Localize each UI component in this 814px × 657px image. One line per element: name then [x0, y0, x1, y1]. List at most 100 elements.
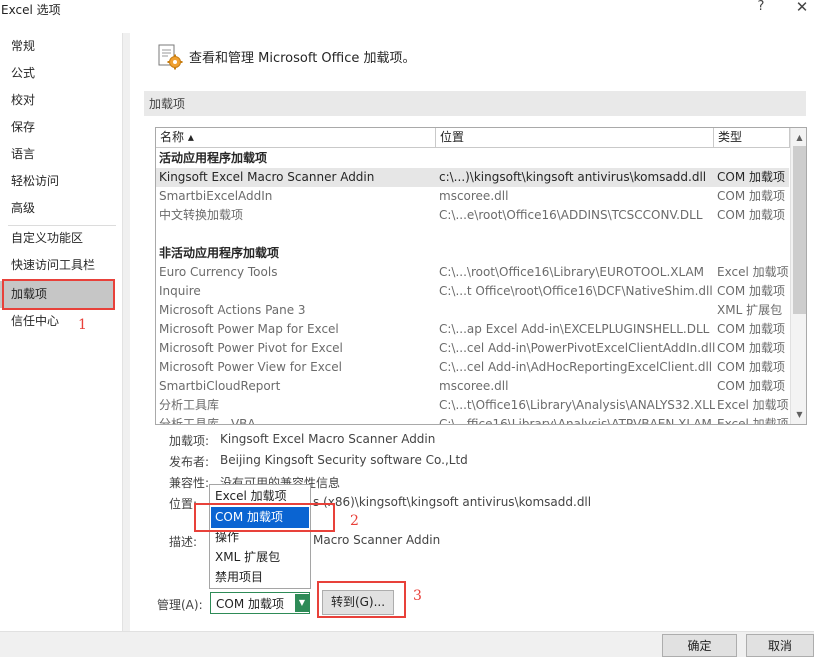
detail-addin-label: 加载项: [169, 434, 210, 448]
close-button[interactable]: ✕ [790, 0, 814, 18]
cell-location: C:\...ffice16\Library\Analysis\ATPVBAEN.… [439, 417, 712, 425]
group-title-active: 活动应用程序加载项 [159, 151, 268, 165]
sidebar-item-advanced[interactable]: 高级 [0, 195, 115, 222]
cell-name: SmartbiCloudReport [159, 379, 281, 393]
sidebar-item-quick-access-toolbar[interactable]: 快速访问工具栏 [0, 252, 115, 279]
detail-publisher-value: Beijing Kingsoft Security software Co.,L… [220, 453, 468, 467]
detail-location-value: s (x86)\kingsoft\kingsoft antivirus\koms… [313, 495, 592, 509]
cell-location: C:\...ap Excel Add-in\EXCELPLUGINSHELL.D… [439, 322, 710, 336]
cell-name: 中文转换加载项 [159, 208, 244, 222]
cell-name: Microsoft Power View for Excel [159, 360, 342, 374]
table-row[interactable]: 中文转换加载项 C:\...e\root\Office16\ADDINS\TCS… [156, 206, 789, 225]
cell-location: C:\...cel Add-in\AdHocReportingExcelClie… [439, 360, 713, 374]
cell-type: Excel 加载项 [717, 398, 789, 412]
sidebar-item-general[interactable]: 常规 [0, 33, 115, 60]
callout-number-1: 1 [78, 317, 87, 333]
cancel-button[interactable]: 取消 [746, 634, 814, 657]
sidebar-separator [122, 33, 130, 631]
addins-table: 名称 ▴ 位置 类型 活动应用程序加载项 Kingsoft Excel Macr… [155, 127, 807, 425]
cell-location: C:\...e\root\Office16\ADDINS\TCSCCONV.DL… [439, 208, 703, 222]
cell-type: COM 加载项 [717, 284, 785, 298]
cell-type: COM 加载项 [717, 360, 785, 374]
cell-location: mscoree.dll [439, 189, 509, 203]
scrollbar-thumb[interactable] [793, 146, 806, 314]
cell-name: Kingsoft Excel Macro Scanner Addin [159, 170, 375, 184]
cell-name: Inquire [159, 284, 201, 298]
table-row[interactable]: Kingsoft Excel Macro Scanner Addin c:\..… [156, 168, 789, 187]
sidebar: 常规 公式 校对 保存 语言 轻松访问 高级 自定义功能区 快速访问工具栏 加载… [0, 33, 122, 631]
manage-select[interactable]: COM 加载项 ▼ [210, 592, 310, 614]
scroll-down-icon[interactable]: ▼ [792, 406, 806, 423]
ok-button[interactable]: 确定 [662, 634, 737, 657]
table-row[interactable]: 分析工具库 - VBA C:\...ffice16\Library\Analys… [156, 415, 789, 425]
cell-type: Excel 加载项 [717, 417, 789, 425]
cell-type: COM 加载项 [717, 208, 785, 222]
sidebar-item-accessibility[interactable]: 轻松访问 [0, 168, 115, 195]
cell-type: Excel 加载项 [717, 265, 789, 279]
cell-type: COM 加载项 [717, 170, 785, 184]
callout-box-2 [194, 503, 335, 532]
detail-compat-label: 兼容性: [169, 476, 210, 490]
table-scrollbar[interactable]: ▲ ▼ [790, 128, 806, 424]
detail-desc-label: 描述: [169, 535, 198, 549]
cell-name: Microsoft Actions Pane 3 [159, 303, 306, 317]
cell-name: Microsoft Power Map for Excel [159, 322, 339, 336]
cell-type: COM 加载项 [717, 379, 785, 393]
detail-publisher-label: 发布者: [169, 455, 210, 469]
column-header-name[interactable]: 名称 ▴ [156, 128, 436, 148]
cell-name: 分析工具库 [159, 398, 220, 412]
cell-type: XML 扩展包 [717, 303, 783, 317]
cell-type: COM 加载项 [717, 189, 785, 203]
detail-addin-value: Kingsoft Excel Macro Scanner Addin [220, 432, 436, 446]
column-header-type[interactable]: 类型 [714, 128, 790, 148]
callout-box-3 [317, 581, 406, 618]
table-row[interactable]: 分析工具库 C:\...t\Office16\Library\Analysis\… [156, 396, 789, 415]
cell-location: C:\...t Office\root\Office16\DCF\NativeS… [439, 284, 713, 298]
cell-location: c:\...)\kingsoft\kingsoft antivirus\koms… [439, 170, 707, 184]
table-row[interactable]: Microsoft Actions Pane 3 XML 扩展包 [156, 301, 789, 320]
callout-number-2: 2 [350, 513, 359, 529]
cell-location: mscoree.dll [439, 379, 509, 393]
sidebar-item-save[interactable]: 保存 [0, 114, 115, 141]
table-row[interactable]: Microsoft Power Pivot for Excel C:\...ce… [156, 339, 789, 358]
chevron-down-icon[interactable]: ▼ [295, 594, 309, 612]
cell-name: SmartbiExcelAddIn [159, 189, 273, 203]
cell-location: C:\...cel Add-in\PowerPivotExcelClientAd… [439, 341, 715, 355]
sidebar-item-proofing[interactable]: 校对 [0, 87, 115, 114]
cell-name: Microsoft Power Pivot for Excel [159, 341, 343, 355]
table-row[interactable]: SmartbiExcelAddIn mscoree.dll COM 加载项 [156, 187, 789, 206]
table-row[interactable]: Microsoft Power View for Excel C:\...cel… [156, 358, 789, 377]
help-button[interactable]: ? [750, 0, 772, 19]
dropdown-option-disabled-items[interactable]: 禁用项目 [211, 567, 309, 588]
sidebar-item-customize-ribbon[interactable]: 自定义功能区 [0, 225, 115, 252]
table-row[interactable]: Microsoft Power Map for Excel C:\...ap E… [156, 320, 789, 339]
detail-desc-value: Macro Scanner Addin [313, 533, 441, 547]
cell-name: 分析工具库 - VBA [159, 417, 256, 425]
callout-number-3: 3 [413, 588, 422, 604]
cell-location: C:\...t\Office16\Library\Analysis\ANALYS… [439, 398, 715, 412]
title-bar: Excel 选项 ? ✕ [0, 0, 814, 20]
table-row[interactable]: Euro Currency Tools C:\...\root\Office16… [156, 263, 789, 282]
window-title: Excel 选项 [1, 3, 61, 17]
scroll-up-icon[interactable]: ▲ [792, 129, 806, 146]
callout-box-1 [2, 279, 115, 310]
group-title-inactive: 非活动应用程序加载项 [159, 246, 280, 260]
cell-type: COM 加载项 [717, 341, 785, 355]
table-row[interactable]: Inquire C:\...t Office\root\Office16\DCF… [156, 282, 789, 301]
column-header-location[interactable]: 位置 [436, 128, 714, 148]
cell-location: C:\...\root\Office16\Library\EUROTOOL.XL… [439, 265, 705, 279]
sidebar-item-formulas[interactable]: 公式 [0, 60, 115, 87]
table-row[interactable]: SmartbiCloudReport mscoree.dll COM 加载项 [156, 377, 789, 396]
cell-name: Euro Currency Tools [159, 265, 278, 279]
manage-dropdown-list: Excel 加载项 COM 加载项 操作 XML 扩展包 禁用项目 [209, 484, 311, 589]
sidebar-item-language[interactable]: 语言 [0, 141, 115, 168]
section-header [144, 91, 806, 116]
sidebar-item-trust-center[interactable]: 信任中心 [0, 308, 115, 335]
detail-location-label: 位置: [169, 497, 198, 511]
manage-label: 管理(A): [157, 598, 203, 612]
addins-gear-icon [158, 44, 183, 70]
section-label: 加载项 [149, 97, 186, 111]
dropdown-option-xml-expansion[interactable]: XML 扩展包 [211, 547, 309, 568]
page-title: 查看和管理 Microsoft Office 加载项。 [189, 51, 416, 66]
manage-select-value: COM 加载项 [216, 597, 284, 611]
